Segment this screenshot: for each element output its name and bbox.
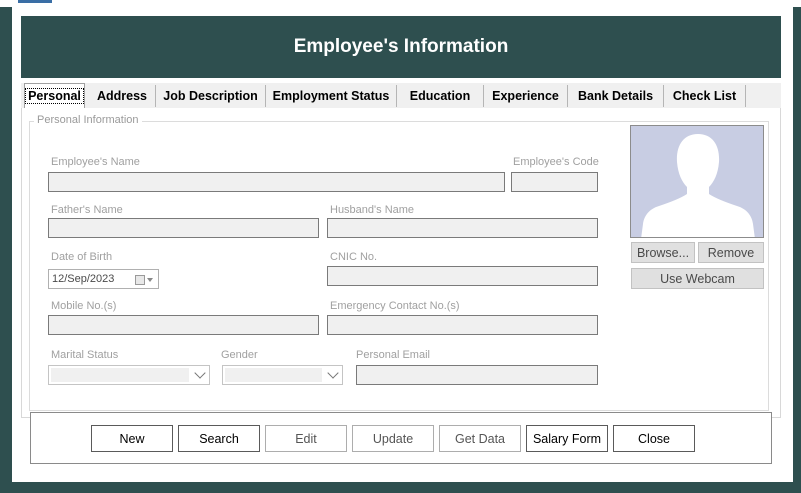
emergency-contact-label: Emergency Contact No.(s) [330, 300, 460, 312]
tab-address[interactable]: Address [89, 85, 156, 107]
dob-value: 12/Sep/2023 [52, 273, 115, 285]
employee-info-window: Employee's Information Personal Address … [12, 7, 793, 482]
tab-check-list[interactable]: Check List [664, 85, 746, 107]
marital-status-value [51, 368, 189, 382]
father-name-label: Father's Name [51, 204, 123, 216]
top-strip [0, 0, 801, 7]
gender-select[interactable] [222, 365, 343, 385]
mobile-input[interactable] [48, 315, 319, 335]
tab-experience[interactable]: Experience [484, 85, 568, 107]
father-name-input[interactable] [48, 218, 319, 238]
new-button[interactable]: New [91, 425, 173, 452]
close-button[interactable]: Close [613, 425, 695, 452]
tab-job-description[interactable]: Job Description [156, 85, 266, 107]
personal-email-input[interactable] [356, 365, 598, 385]
employee-photo [630, 125, 764, 238]
tab-education[interactable]: Education [397, 85, 484, 107]
dob-date-picker[interactable]: 12/Sep/2023 [48, 269, 159, 289]
chevron-down-icon [327, 367, 339, 379]
tab-personal[interactable]: Personal [24, 83, 85, 108]
mobile-label: Mobile No.(s) [51, 300, 117, 312]
gender-label: Gender [221, 349, 258, 361]
get-data-button[interactable]: Get Data [439, 425, 521, 452]
cnic-label: CNIC No. [330, 251, 378, 263]
employee-code-input[interactable] [511, 172, 598, 192]
tab-employment-status[interactable]: Employment Status [266, 85, 397, 107]
cnic-input[interactable] [327, 266, 598, 286]
marital-status-select[interactable] [48, 365, 210, 385]
marital-status-label: Marital Status [51, 349, 119, 361]
browse-button[interactable]: Browse... [631, 242, 695, 263]
personal-email-label: Personal Email [356, 349, 430, 361]
tab-strip: Personal Address Job Description Employm… [21, 83, 781, 108]
tab-bank-details[interactable]: Bank Details [568, 85, 664, 107]
tab-personal-label: Personal [25, 88, 84, 104]
top-strip-tick [18, 0, 52, 3]
update-button[interactable]: Update [352, 425, 434, 452]
husband-name-label: Husband's Name [330, 204, 415, 216]
person-silhouette-icon [641, 134, 755, 237]
chevron-down-icon [194, 367, 206, 379]
remove-button[interactable]: Remove [698, 242, 764, 263]
use-webcam-button[interactable]: Use Webcam [631, 268, 764, 289]
calendar-dropdown-icon[interactable] [135, 273, 155, 286]
emergency-contact-input[interactable] [327, 315, 598, 335]
employee-name-label: Employee's Name [51, 156, 140, 168]
dob-label: Date of Birth [51, 251, 113, 263]
husband-name-input[interactable] [327, 218, 598, 238]
edit-button[interactable]: Edit [265, 425, 347, 452]
employee-code-label: Employee's Code [513, 156, 599, 168]
search-button[interactable]: Search [178, 425, 260, 452]
personal-info-group-title: Personal Information [34, 114, 142, 126]
action-bar: New Search Edit Update Get Data Salary F… [30, 412, 772, 464]
salary-form-button[interactable]: Salary Form [526, 425, 608, 452]
header-banner: Employee's Information [21, 16, 781, 78]
gender-value [225, 368, 322, 382]
page-title: Employee's Information [293, 36, 509, 57]
employee-name-input[interactable] [48, 172, 505, 192]
